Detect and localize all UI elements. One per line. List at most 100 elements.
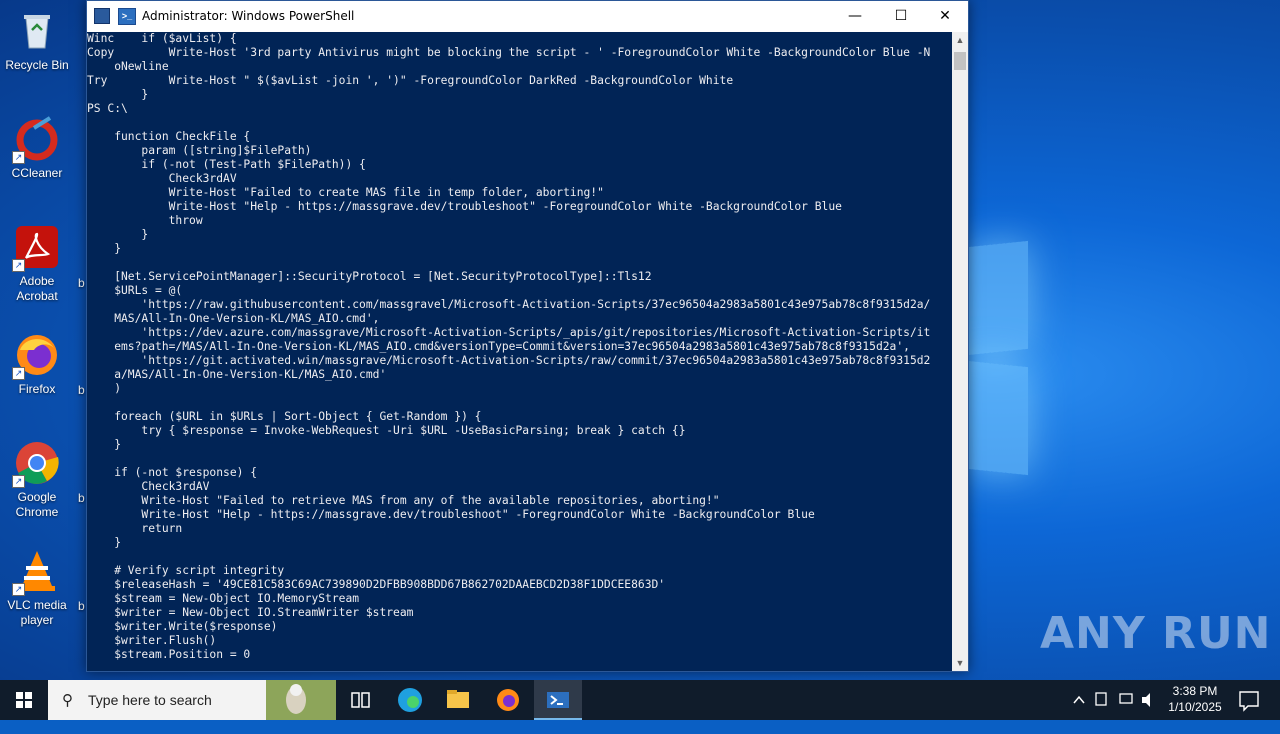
close-button[interactable]: ✕ [922, 1, 968, 32]
console-line: oNewline [87, 60, 169, 73]
minimize-button[interactable]: — [832, 1, 878, 32]
desktop-icon-recycle-bin[interactable]: Recycle Bin [4, 8, 70, 73]
taskbar-powershell[interactable] [534, 680, 582, 720]
adobe-acrobat-icon: ↗ [12, 224, 60, 272]
console-line: } [87, 536, 122, 549]
console-line: 'https://git.activated.win/massgrave/Mic… [87, 354, 931, 367]
cutoff-desktop-label: b [78, 491, 85, 505]
desktop-icon-label: VLC media player [7, 598, 67, 627]
console-line: Check3rdAV [87, 172, 237, 185]
console-line: } [87, 242, 122, 255]
console-line: $stream = New-Object IO.MemoryStream [87, 592, 360, 605]
file-explorer-icon [447, 690, 469, 708]
search-placeholder: Type here to search [88, 692, 212, 708]
scroll-thumb[interactable] [954, 52, 966, 70]
task-view-button[interactable] [336, 680, 384, 720]
search-highlight-icon [266, 680, 336, 720]
taskbar: ⚲ Type here to search 3:38 PM 1/10/2025 [0, 680, 1280, 720]
taskbar-clock[interactable]: 3:38 PM 1/10/2025 [1158, 683, 1232, 715]
windows-start-icon [16, 692, 32, 708]
taskbar-search-box[interactable]: ⚲ Type here to search [48, 680, 336, 720]
scroll-down-icon[interactable]: ▼ [952, 655, 968, 671]
maximize-button[interactable]: ☐ [878, 1, 924, 32]
firefox-icon: ↗ [12, 332, 60, 380]
ccleaner-icon: ↗ [12, 116, 60, 164]
clock-time: 3:38 PM [1172, 684, 1218, 698]
desktop-icon-label: Adobe Acrobat [16, 274, 58, 303]
cutoff-desktop-label: b [78, 276, 85, 290]
system-tray-icons[interactable] [1068, 680, 1158, 720]
shortcut-arrow-icon: ↗ [12, 583, 25, 596]
console-line: param ([string]$FilePath) [87, 144, 312, 157]
window-title: Administrator: Windows PowerShell [142, 9, 355, 23]
console-line: $stream.Position = 0 [87, 648, 251, 661]
recycle-bin-icon [14, 8, 60, 54]
desktop-icon-firefox[interactable]: ↗ Firefox [4, 332, 70, 397]
powershell-icon [547, 692, 569, 708]
desktop-icon-adobe-acrobat[interactable]: ↗ Adobe Acrobat [4, 224, 70, 304]
edge-icon [398, 688, 422, 712]
console-line: [Net.ServicePointManager]::SecurityProto… [87, 270, 652, 283]
console-line: $releaseHash = '49CE81C583C69AC739890D2D… [87, 578, 666, 591]
console-line: ) [87, 382, 122, 395]
console-line: foreach ($URL in $URLs | Sort-Object { G… [87, 410, 482, 423]
console-line: ems?path=/MAS/All-In-One-Version-KL/MAS_… [87, 340, 910, 353]
firefox-icon [497, 689, 519, 711]
windows-wallpaper-logo [960, 240, 1040, 480]
console-line: if (-not (Test-Path $FilePath)) { [87, 158, 366, 171]
console-line: PS C:\ [87, 102, 128, 115]
console-line: 'https://raw.githubusercontent.com/massg… [87, 298, 931, 311]
desktop-icon-google-chrome[interactable]: ↗ Google Chrome [4, 440, 70, 520]
desktop-icon-label: Recycle Bin [5, 58, 69, 72]
cutoff-desktop-label: b [78, 599, 85, 613]
search-icon: ⚲ [62, 692, 73, 709]
console-line: Write-Host "Failed to retrieve MAS from … [87, 494, 720, 507]
vertical-scrollbar[interactable]: ▲ ▼ [952, 32, 968, 671]
console-line: $writer.Flush() [87, 634, 217, 647]
desktop-icon-vlc[interactable]: ↗ VLC media player [4, 548, 70, 628]
console-line: $URLs = @( [87, 284, 183, 297]
powershell-icon: >_ [118, 8, 136, 25]
taskbar-file-explorer[interactable] [434, 680, 482, 720]
notification-center-icon[interactable] [1234, 680, 1264, 720]
console-line: } [87, 88, 149, 101]
console-line: # Verify script integrity [87, 564, 285, 577]
console-output[interactable]: Winc if ($avList) {Copy Write-Host '3rd … [87, 32, 953, 671]
console-line: Write-Host "Help - https://massgrave.dev… [87, 508, 815, 521]
desktop-icon-label: Google Chrome [15, 490, 59, 519]
desktop-icon-label: Firefox [18, 382, 56, 396]
window-titlebar[interactable]: >_ Administrator: Windows PowerShell — ☐… [87, 1, 968, 32]
cutoff-desktop-label: b [78, 383, 85, 397]
console-line: function CheckFile { [87, 130, 251, 143]
console-line: Check3rdAV [87, 480, 210, 493]
console-line: Write-Host "Failed to create MAS file in… [87, 186, 604, 199]
anyrun-watermark: ANY RUN [1040, 608, 1272, 659]
scroll-up-icon[interactable]: ▲ [952, 32, 968, 48]
desktop-icon-label: CCleaner [11, 166, 63, 180]
console-line: Copy Write-Host '3rd party Antivirus mig… [87, 46, 931, 59]
console-line: try { $response = Invoke-WebRequest -Uri… [87, 424, 686, 437]
console-line: 'https://dev.azure.com/massgrave/Microso… [87, 326, 931, 339]
powershell-window[interactable]: >_ Administrator: Windows PowerShell — ☐… [86, 0, 969, 672]
console-line: Write-Host "Help - https://massgrave.dev… [87, 200, 842, 213]
task-view-icon [351, 692, 370, 708]
chrome-icon: ↗ [12, 440, 60, 488]
console-line: throw [87, 214, 203, 227]
desktop: Recycle Bin ↗ CCleaner ↗ Adobe Acrobat ↗… [0, 0, 1280, 680]
taskbar-firefox[interactable] [484, 680, 532, 720]
system-menu-icon[interactable] [94, 8, 110, 24]
console-line: if (-not $response) { [87, 466, 258, 479]
taskbar-edge[interactable] [386, 680, 434, 720]
vlc-icon: ↗ [12, 548, 60, 596]
console-line: } [87, 438, 122, 451]
console-line: Try Write-Host " $($avList -join ', ')" … [87, 74, 734, 87]
console-line: $writer = New-Object IO.StreamWriter $st… [87, 606, 414, 619]
desktop-icon-ccleaner[interactable]: ↗ CCleaner [4, 116, 70, 181]
shortcut-arrow-icon: ↗ [12, 367, 25, 380]
start-button[interactable] [0, 680, 48, 720]
